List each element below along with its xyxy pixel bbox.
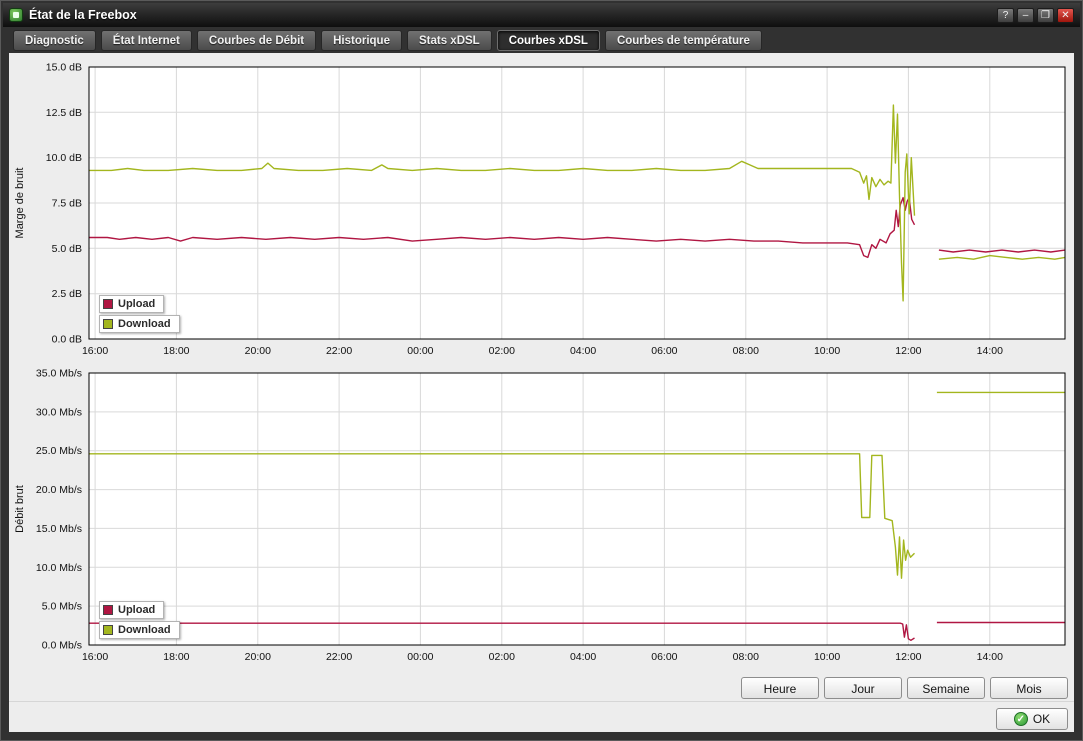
jour-button[interactable]: Jour (824, 677, 902, 699)
screen: État de la Freebox ? – ❐ ✕ Diagnostic Ét… (0, 0, 1083, 741)
bitrate-chart: 35.0 Mb/s 30.0 Mb/s 25.0 Mb/s 20.0 Mb/s 15.0… (9, 365, 1076, 673)
svg-text:25.0 Mb/s: 25.0 Mb/s (36, 445, 82, 457)
svg-text:10:00: 10:00 (814, 651, 840, 663)
dialog-footer: ✓ OK (9, 701, 1074, 732)
svg-text:Débit brut: Débit brut (14, 485, 26, 533)
svg-text:20:00: 20:00 (245, 345, 271, 357)
legend-item-upload: Upload (99, 295, 165, 313)
legend-item-upload: Upload (99, 601, 165, 619)
svg-text:08:00: 08:00 (733, 651, 759, 663)
tab-courbes-de-debit[interactable]: Courbes de Débit (196, 30, 317, 51)
check-icon: ✓ (1013, 712, 1028, 726)
svg-text:20:00: 20:00 (245, 651, 271, 663)
legend-item-download: Download (99, 621, 180, 639)
svg-text:02:00: 02:00 (489, 651, 515, 663)
tab-bar: Diagnostic État Internet Courbes de Débi… (13, 30, 1072, 52)
download-swatch-icon (103, 319, 113, 329)
svg-text:00:00: 00:00 (407, 345, 433, 357)
tab-courbes-xdsl[interactable]: Courbes xDSL (496, 30, 600, 51)
svg-text:5.0 dB: 5.0 dB (52, 243, 82, 255)
svg-text:15.0 Mb/s: 15.0 Mb/s (36, 523, 82, 535)
legend-item-download: Download (99, 315, 180, 333)
maximize-icon[interactable]: ❐ (1037, 7, 1054, 23)
noise-margin-legend: Upload Download (99, 293, 180, 333)
svg-text:10:00: 10:00 (814, 345, 840, 357)
window-title: État de la Freebox (29, 8, 137, 22)
ok-button[interactable]: ✓ OK (996, 708, 1068, 730)
svg-text:14:00: 14:00 (977, 345, 1003, 357)
app-icon (9, 8, 23, 22)
mois-button[interactable]: Mois (990, 677, 1068, 699)
svg-text:18:00: 18:00 (163, 651, 189, 663)
svg-text:22:00: 22:00 (326, 651, 352, 663)
svg-text:06:00: 06:00 (651, 651, 677, 663)
svg-text:Marge de bruit: Marge de bruit (14, 168, 26, 239)
minimize-icon[interactable]: – (1017, 7, 1034, 23)
svg-text:20.0 Mb/s: 20.0 Mb/s (36, 484, 82, 496)
time-range-buttons: Heure Jour Semaine Mois (741, 677, 1068, 699)
svg-text:18:00: 18:00 (163, 345, 189, 357)
ok-label: OK (1032, 712, 1051, 726)
svg-text:16:00: 16:00 (82, 651, 108, 663)
svg-text:14:00: 14:00 (977, 651, 1003, 663)
semaine-button[interactable]: Semaine (907, 677, 985, 699)
svg-text:35.0 Mb/s: 35.0 Mb/s (36, 368, 82, 380)
svg-text:12:00: 12:00 (895, 651, 921, 663)
svg-text:02:00: 02:00 (489, 345, 515, 357)
upload-swatch-icon (103, 299, 113, 309)
titlebar[interactable]: État de la Freebox ? – ❐ ✕ (3, 3, 1080, 27)
svg-text:15.0 dB: 15.0 dB (46, 62, 82, 74)
svg-text:10.0 dB: 10.0 dB (46, 152, 82, 164)
legend-download-label: Download (118, 624, 171, 636)
legend-upload-label: Upload (118, 604, 156, 616)
svg-text:0.0 Mb/s: 0.0 Mb/s (42, 640, 82, 652)
window-controls: ? – ❐ ✕ (997, 7, 1074, 23)
close-icon[interactable]: ✕ (1057, 7, 1074, 23)
noise-margin-chart: 15.0 dB 12.5 dB 10.0 dB 7.5 dB 5.0 dB 2.5 dB 0… (9, 55, 1076, 363)
svg-text:22:00: 22:00 (326, 345, 352, 357)
svg-text:04:00: 04:00 (570, 345, 596, 357)
tab-diagnostic[interactable]: Diagnostic (13, 30, 96, 51)
help-icon[interactable]: ? (997, 7, 1014, 23)
upload-swatch-icon (103, 605, 113, 615)
legend-download-label: Download (118, 318, 171, 330)
bitrate-legend: Upload Download (99, 599, 180, 639)
svg-text:04:00: 04:00 (570, 651, 596, 663)
legend-upload-label: Upload (118, 298, 156, 310)
svg-text:16:00: 16:00 (82, 345, 108, 357)
svg-text:30.0 Mb/s: 30.0 Mb/s (36, 406, 82, 418)
tab-courbes-de-temperature[interactable]: Courbes de température (604, 30, 762, 51)
tab-historique[interactable]: Historique (321, 30, 402, 51)
svg-text:0.0 dB: 0.0 dB (52, 334, 82, 346)
svg-text:12.5 dB: 12.5 dB (46, 107, 82, 119)
tab-stats-xdsl[interactable]: Stats xDSL (406, 30, 492, 51)
svg-text:12:00: 12:00 (895, 345, 921, 357)
svg-text:06:00: 06:00 (651, 345, 677, 357)
download-swatch-icon (103, 625, 113, 635)
tab-etat-internet[interactable]: État Internet (100, 30, 192, 51)
svg-text:5.0 Mb/s: 5.0 Mb/s (42, 601, 82, 613)
svg-text:7.5 dB: 7.5 dB (52, 198, 82, 210)
svg-text:08:00: 08:00 (733, 345, 759, 357)
svg-text:2.5 dB: 2.5 dB (52, 288, 82, 300)
content-panel: 15.0 dB 12.5 dB 10.0 dB 7.5 dB 5.0 dB 2.5 dB 0… (9, 53, 1074, 732)
freebox-status-window: État de la Freebox ? – ❐ ✕ Diagnostic Ét… (0, 0, 1083, 741)
heure-button[interactable]: Heure (741, 677, 819, 699)
svg-text:00:00: 00:00 (407, 651, 433, 663)
svg-text:10.0 Mb/s: 10.0 Mb/s (36, 562, 82, 574)
